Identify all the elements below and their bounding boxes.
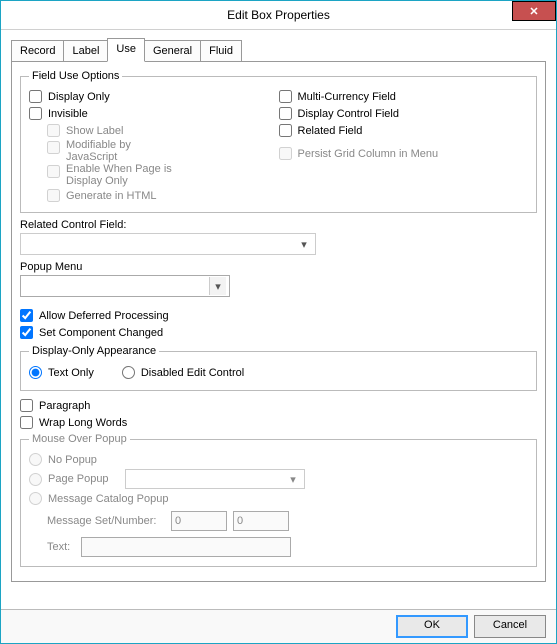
related-control-label: Related Control Field: [20,219,537,231]
titlebar: Edit Box Properties ✕ [1,1,556,30]
mouse-over-popup-legend: Mouse Over Popup [29,433,130,445]
message-set-number-label: Message Set/Number: [47,515,165,527]
field-use-options-group: Field Use Options Display Only Invisible [20,70,537,213]
window-title: Edit Box Properties [227,8,330,22]
show-label-checkbox: Show Label [47,122,279,139]
allow-deferred-checkbox[interactable]: Allow Deferred Processing [20,307,537,324]
no-popup-radio: No Popup [29,451,528,468]
tab-panel-use: Field Use Options Display Only Invisible [11,61,546,582]
page-popup-combo: ▾ [125,469,305,489]
popup-menu-combo[interactable]: ▾ [20,275,230,297]
cancel-button[interactable]: Cancel [474,615,546,638]
content-area: Record Label Use General Fluid Field Use… [1,30,556,609]
mouse-over-text-label: Text: [47,541,75,553]
mouse-over-text-input [81,537,291,557]
message-number-input [233,511,289,531]
tab-fluid[interactable]: Fluid [200,40,242,62]
multi-currency-checkbox[interactable]: Multi-Currency Field [279,88,529,105]
display-control-checkbox[interactable]: Display Control Field [279,105,529,122]
close-button[interactable]: ✕ [512,1,556,21]
tab-general[interactable]: General [144,40,201,62]
tab-record[interactable]: Record [11,40,64,62]
display-only-appearance-legend: Display-Only Appearance [29,345,159,357]
generate-in-html-checkbox: Generate in HTML [47,187,279,204]
mouse-over-popup-group: Mouse Over Popup No Popup Page Popup ▾ [20,433,537,567]
enable-when-page-do-checkbox: Enable When Page is Display Only [47,163,279,187]
message-catalog-radio: Message Catalog Popup [29,490,528,507]
chevron-down-icon: ▾ [209,277,226,295]
display-only-appearance-group: Display-Only Appearance Text Only Disabl… [20,345,537,391]
invisible-checkbox[interactable]: Invisible [29,105,279,122]
popup-menu-label: Popup Menu [20,261,537,273]
tab-strip: Record Label Use General Fluid [11,38,546,62]
set-component-changed-checkbox[interactable]: Set Component Changed [20,324,537,341]
tab-label[interactable]: Label [63,40,108,62]
button-bar: OK Cancel [1,609,556,643]
wrap-long-words-checkbox[interactable]: Wrap Long Words [20,414,537,431]
close-icon: ✕ [529,5,538,18]
chevron-down-icon: ▾ [285,471,301,487]
disabled-edit-radio[interactable]: Disabled Edit Control [122,364,244,381]
modifiable-by-js-checkbox: Modifiable by JavaScript [47,139,279,163]
paragraph-checkbox[interactable]: Paragraph [20,397,537,414]
tab-use[interactable]: Use [107,38,145,62]
ok-button[interactable]: OK [396,615,468,638]
field-use-options-legend: Field Use Options [29,70,122,82]
page-popup-radio: Page Popup [29,471,119,488]
related-field-checkbox[interactable]: Related Field [279,122,529,139]
chevron-down-icon: ▾ [296,235,312,253]
dialog-window: Edit Box Properties ✕ Record Label Use G… [0,0,557,644]
message-set-input [171,511,227,531]
text-only-radio[interactable]: Text Only [29,364,94,381]
display-only-checkbox[interactable]: Display Only [29,88,279,105]
persist-grid-checkbox: Persist Grid Column in Menu [279,145,529,162]
related-control-combo[interactable]: ▾ [20,233,316,255]
